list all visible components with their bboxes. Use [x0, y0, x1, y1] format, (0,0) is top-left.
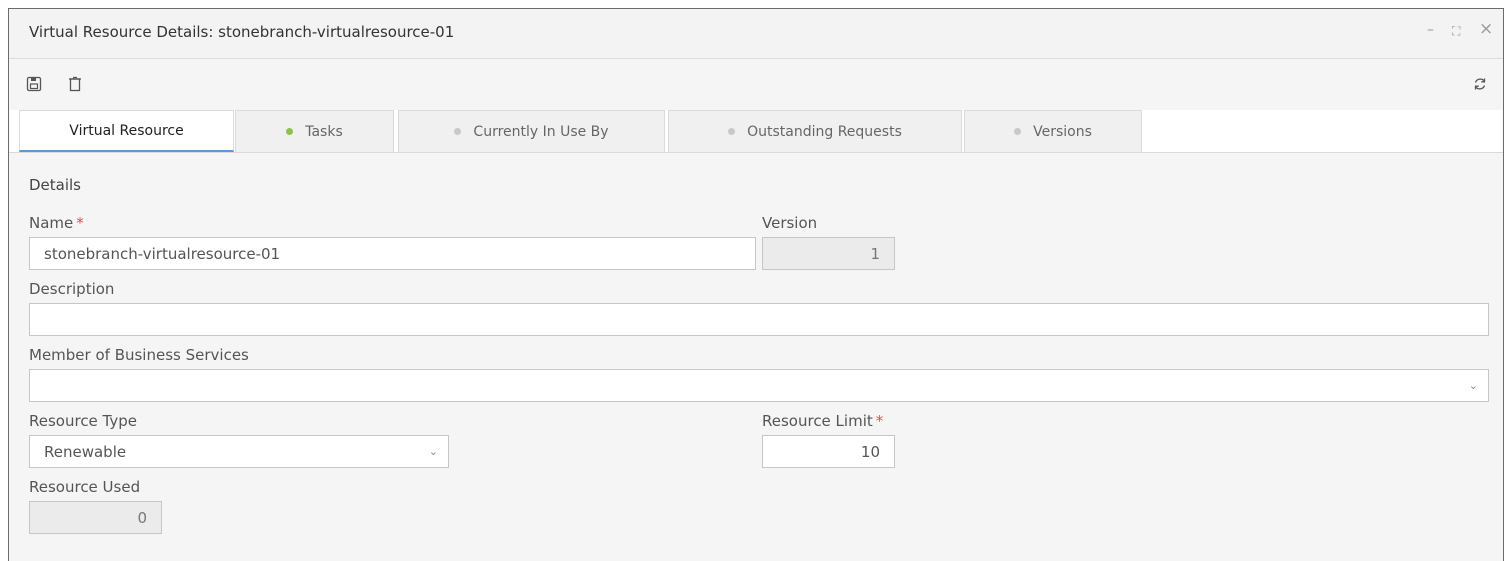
close-icon[interactable]: × [1479, 19, 1493, 39]
resource-limit-value: 10 [860, 442, 880, 461]
maximize-icon[interactable]: ⛶ [1452, 24, 1460, 39]
description-input[interactable] [29, 303, 1489, 336]
window-title: Virtual Resource Details: stonebranch-vi… [29, 23, 455, 41]
resource-used-label: Resource Used [29, 478, 141, 496]
tab-label: Currently In Use By [473, 123, 609, 140]
resource-used-field: 0 [29, 501, 162, 534]
title-bar: Virtual Resource Details: stonebranch-vi… [9, 9, 1503, 59]
required-marker: * [875, 412, 884, 430]
resource-type-value: Renewable [44, 442, 127, 461]
member-of-business-services-label: Member of Business Services [29, 346, 249, 364]
resource-limit-label: Resource Limit * [762, 412, 883, 430]
tab-label: Outstanding Requests [747, 123, 902, 140]
description-label: Description [29, 280, 115, 298]
name-input[interactable]: stonebranch-virtualresource-01 [29, 237, 756, 270]
tab-label: Versions [1033, 123, 1092, 140]
refresh-icon[interactable] [1472, 76, 1488, 92]
version-label: Version [762, 214, 818, 232]
tab-tasks[interactable]: Tasks [235, 110, 394, 152]
version-field: 1 [762, 237, 895, 270]
status-dot-icon [286, 128, 294, 135]
details-panel: Details Name * stonebranch-virtualresourc… [9, 153, 1503, 561]
chevron-down-icon: ⌄ [1468, 379, 1478, 392]
details-window: Virtual Resource Details: stonebranch-vi… [8, 8, 1504, 561]
tab-virtual-resource[interactable]: Virtual Resource [19, 110, 234, 152]
tab-bar: Virtual Resource Tasks Currently In Use … [9, 110, 1503, 153]
name-value: stonebranch-virtualresource-01 [44, 244, 281, 263]
name-label-text: Name [29, 214, 74, 232]
resource-type-label: Resource Type [29, 412, 138, 430]
resource-used-value: 0 [137, 508, 147, 527]
version-value: 1 [870, 244, 880, 263]
save-icon[interactable] [26, 76, 42, 92]
tab-currently-in-use-by[interactable]: Currently In Use By [398, 110, 665, 152]
required-marker: * [76, 214, 84, 232]
resource-type-select[interactable]: Renewable ⌄ [29, 435, 449, 468]
resource-limit-input[interactable]: 10 [762, 435, 895, 468]
name-label: Name * [29, 214, 84, 232]
toolbar [9, 59, 1503, 109]
tab-outstanding-requests[interactable]: Outstanding Requests [668, 110, 962, 152]
status-dot-icon [454, 128, 462, 135]
tab-label: Virtual Resource [69, 122, 184, 139]
chevron-down-icon: ⌄ [428, 445, 438, 458]
minimize-icon[interactable]: – [1427, 22, 1434, 38]
status-dot-icon [1014, 128, 1022, 135]
resource-limit-label-text: Resource Limit [762, 412, 873, 430]
status-dot-icon [728, 128, 736, 135]
tab-label: Tasks [305, 123, 343, 140]
member-of-business-services-select[interactable]: ⌄ [29, 369, 1489, 402]
tab-versions[interactable]: Versions [964, 110, 1142, 152]
section-title: Details [29, 176, 82, 194]
delete-icon[interactable] [67, 76, 83, 92]
